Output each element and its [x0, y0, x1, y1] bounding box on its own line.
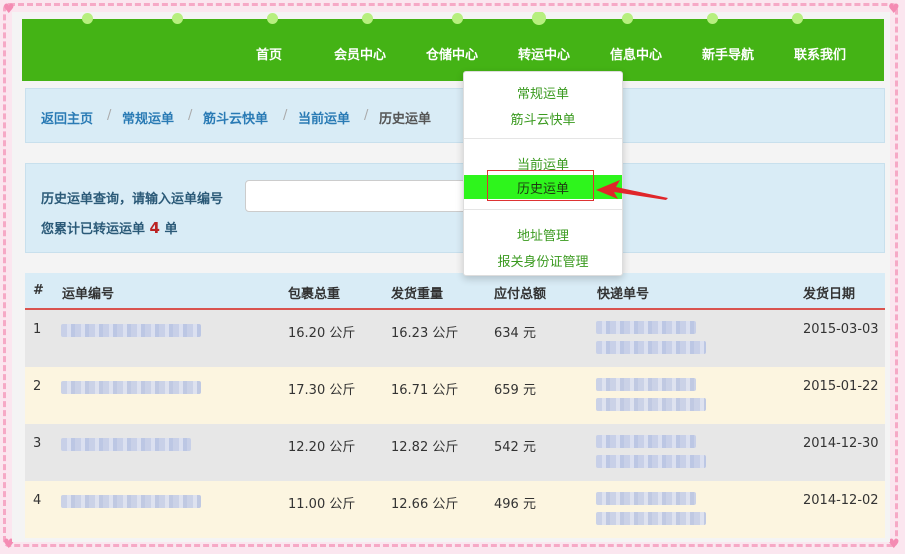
query-panel: 历史运单查询，请输入运单编号 您累计已转运运单 4 单 [25, 163, 885, 253]
table-row[interactable]: 1 16.20 公斤 16.23 公斤 634 元 2015-03-03 [25, 310, 885, 367]
redacted-tracking-no [596, 492, 696, 505]
decor-dot [707, 13, 718, 24]
header-ship-date: 发货日期 [803, 287, 856, 302]
row-ship-date: 2015-03-03 [803, 322, 879, 337]
table-row[interactable]: 2 17.30 公斤 16.71 公斤 659 元 2015-01-22 [25, 367, 885, 424]
row-index: 3 [33, 436, 42, 451]
nav-contact-us[interactable]: 联系我们 [794, 44, 846, 63]
row-package-weight: 16.20 公斤 [288, 326, 356, 341]
redacted-tracking-no [596, 341, 706, 354]
redacted-tracking-no [596, 398, 706, 411]
annotation-highlight-box [487, 170, 594, 201]
row-ship-weight: 16.23 公斤 [391, 326, 459, 341]
breadcrumb-separator: / [283, 108, 288, 123]
nav-beginner-guide[interactable]: 新手导航 [702, 44, 754, 63]
redacted-tracking-no [596, 455, 706, 468]
row-package-weight: 11.00 公斤 [288, 497, 356, 512]
redacted-tracking-no [596, 321, 696, 334]
menu-item-quick-waybill[interactable]: 筋斗云快单 [464, 109, 622, 128]
header-package-weight: 包裹总重 [288, 287, 341, 302]
page-frame: ♥ ♥ ♥ ♥ 首页 会员中心 仓储中心 转运中心 信息中心 新手导航 联系我们… [0, 0, 905, 554]
decor-dot [792, 13, 803, 24]
row-package-weight: 12.20 公斤 [288, 440, 356, 455]
breadcrumb-regular-waybill[interactable]: 常规运单 [122, 108, 174, 127]
redacted-tracking-no [596, 378, 696, 391]
row-amount: 542 元 [494, 440, 536, 455]
decor-dot [172, 13, 183, 24]
row-index: 1 [33, 322, 42, 337]
breadcrumb-current-page: 历史运单 [379, 112, 432, 127]
header-tracking-no: 快递单号 [597, 287, 650, 302]
redacted-waybill-no [61, 381, 201, 394]
row-ship-date: 2014-12-02 [803, 493, 879, 508]
row-ship-weight: 12.82 公斤 [391, 440, 459, 455]
row-ship-weight: 16.71 公斤 [391, 383, 459, 398]
breadcrumb-separator: / [107, 108, 112, 123]
breadcrumb-current-waybill[interactable]: 当前运单 [298, 108, 350, 127]
redacted-tracking-no [596, 512, 706, 525]
menu-divider [464, 138, 622, 139]
annotation-arrow-icon [596, 180, 668, 200]
decor-dot [622, 13, 633, 24]
redacted-waybill-no [61, 324, 201, 337]
waybill-search-input[interactable] [245, 180, 485, 212]
total-count-text: 您累计已转运运单 4 单 [41, 218, 178, 237]
breadcrumb-separator: / [364, 108, 369, 123]
header-index: # [33, 283, 44, 298]
menu-divider [464, 209, 622, 210]
table-row[interactable]: 3 12.20 公斤 12.82 公斤 542 元 2014-12-30 [25, 424, 885, 481]
decor-dot [82, 13, 93, 24]
header-waybill-no: 运单编号 [62, 287, 115, 302]
header-amount: 应付总额 [494, 287, 547, 302]
header-ship-weight: 发货重量 [391, 287, 444, 302]
row-ship-date: 2014-12-30 [803, 436, 879, 451]
redacted-waybill-no [61, 495, 201, 508]
total-count: 4 [149, 219, 160, 237]
breadcrumb-quick-waybill[interactable]: 筋斗云快单 [203, 108, 268, 127]
row-index: 2 [33, 379, 42, 394]
nav-transfer-center[interactable]: 转运中心 [518, 44, 570, 63]
nav-member-center[interactable]: 会员中心 [334, 44, 386, 63]
nav-warehouse-center[interactable]: 仓储中心 [426, 44, 478, 63]
row-package-weight: 17.30 公斤 [288, 383, 356, 398]
total-suffix: 单 [164, 222, 178, 237]
redacted-waybill-no [61, 438, 191, 451]
menu-item-customs-id-management[interactable]: 报关身份证管理 [464, 251, 622, 270]
total-prefix: 您累计已转运运单 [41, 222, 146, 237]
decor-dot [452, 13, 463, 24]
redacted-tracking-no [596, 435, 696, 448]
decor-dot [532, 12, 546, 25]
row-amount: 496 元 [494, 497, 536, 512]
breadcrumb-separator: / [188, 108, 193, 123]
nav-info-center[interactable]: 信息中心 [610, 44, 662, 63]
row-amount: 634 元 [494, 326, 536, 341]
top-nav: 首页 会员中心 仓储中心 转运中心 信息中心 新手导航 联系我们 [22, 12, 884, 81]
breadcrumb: 返回主页 / 常规运单 / 筋斗云快单 / 当前运单 / 历史运单 [25, 88, 885, 143]
nav-home[interactable]: 首页 [256, 44, 282, 63]
row-index: 4 [33, 493, 42, 508]
menu-item-regular-waybill[interactable]: 常规运单 [464, 83, 622, 102]
row-ship-date: 2015-01-22 [803, 379, 879, 394]
content-area: 首页 会员中心 仓储中心 转运中心 信息中心 新手导航 联系我们 返回主页 / … [12, 12, 890, 542]
history-table: # 运单编号 包裹总重 发货重量 应付总额 快递单号 发货日期 1 16.20 … [25, 273, 885, 538]
table-header: # 运单编号 包裹总重 发货重量 应付总额 快递单号 发货日期 [25, 273, 885, 310]
breadcrumb-home[interactable]: 返回主页 [41, 108, 93, 127]
decor-dot [267, 13, 278, 24]
row-ship-weight: 12.66 公斤 [391, 497, 459, 512]
decor-dot [362, 13, 373, 24]
row-amount: 659 元 [494, 383, 536, 398]
table-row[interactable]: 4 11.00 公斤 12.66 公斤 496 元 2014-12-02 [25, 481, 885, 538]
query-label: 历史运单查询，请输入运单编号 [41, 192, 224, 207]
menu-item-address-management[interactable]: 地址管理 [464, 225, 622, 244]
